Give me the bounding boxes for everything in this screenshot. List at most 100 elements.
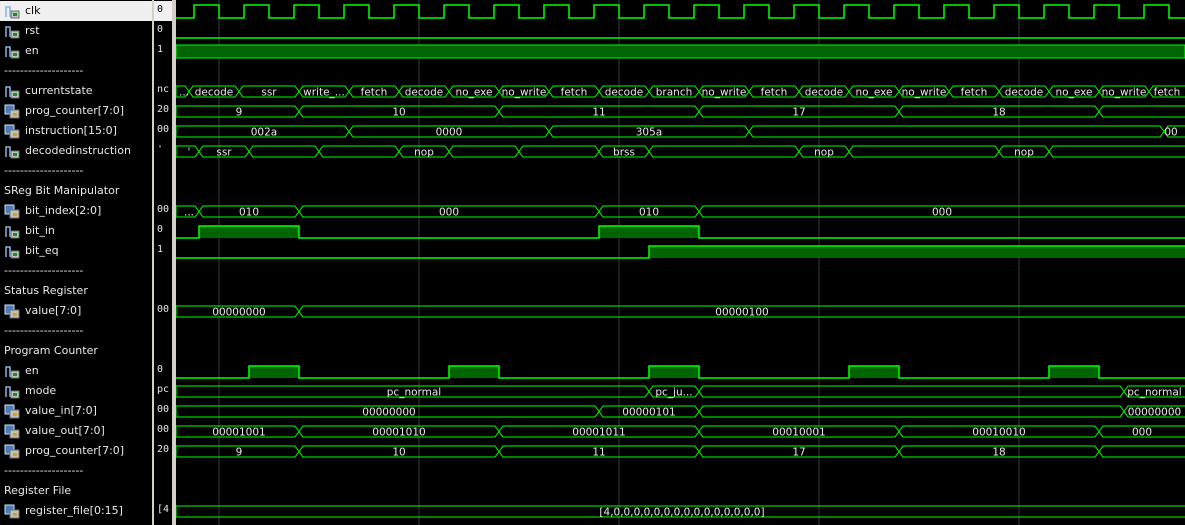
signal-value-cell: 0 — [154, 361, 172, 381]
pc-en-high — [249, 366, 299, 378]
register-file-label: [4,0,0,0,0,0,0,0,0,0,0,0,0,0,0,0] — [599, 507, 764, 519]
bit-signal-icon — [4, 23, 20, 39]
divider-row: -------------------- — [0, 461, 152, 481]
bus-signal-icon — [4, 203, 20, 219]
signal-row[interactable]: mode — [0, 381, 152, 401]
signal-row[interactable]: value_out[7:0] — [0, 421, 152, 441]
signal-value-cell: 00 — [154, 421, 172, 441]
group-header[interactable]: Register File — [0, 481, 152, 501]
signal-name: -------------------- — [4, 324, 84, 337]
signal-name-pane: clk rst en -------------------- currentstate… — [0, 0, 152, 525]
pc-prog-counter-label: 9 — [236, 447, 243, 459]
pc-value-in-label: 00000000 — [1128, 407, 1181, 419]
decodedinstruction-label: ' — [188, 147, 191, 159]
bit-eq-high — [649, 246, 1185, 258]
waveform-pane[interactable]: ... decode ssr write_... fetch decode no_exe no… — [176, 0, 1185, 525]
signal-value-cell: 00 — [154, 301, 172, 321]
pc-value-out-label: 00010001 — [772, 427, 825, 439]
signal-row[interactable]: bit_index[2:0] — [0, 201, 152, 221]
group-header[interactable]: Program Counter — [0, 341, 152, 361]
bus-signal-icon — [4, 503, 20, 519]
bus-signal-icon — [4, 403, 20, 419]
currentstate-label: write_... — [303, 87, 345, 99]
decodedinstruction-label: ssr — [216, 147, 232, 159]
signal-name: prog_counter[7:0] — [25, 444, 125, 457]
pc-value-in-segment — [698, 405, 1125, 418]
decodedinstruction-segment — [848, 145, 1000, 158]
signal-row[interactable]: value_in[7:0] — [0, 401, 152, 421]
currentstate-label: fetch — [361, 87, 388, 99]
currentstate-label: fetch — [761, 87, 788, 99]
signal-value: 00 — [157, 304, 170, 315]
bit-signal-icon — [4, 83, 20, 99]
signal-row[interactable]: en — [0, 361, 152, 381]
signal-value-cell: 00 — [154, 401, 172, 421]
currentstate-label: fetch — [961, 87, 988, 99]
signal-name: decodedinstruction — [25, 144, 131, 157]
waveform-canvas[interactable]: ... decode ssr write_... fetch decode no_exe no… — [176, 0, 1185, 525]
signal-name: -------------------- — [4, 464, 84, 477]
signal-row[interactable]: rst — [0, 21, 152, 41]
bit-signal-icon — [4, 363, 20, 379]
signal-name: en — [25, 44, 39, 57]
pc-prog-counter-label: 17 — [792, 447, 805, 459]
signal-row[interactable]: register_file[0:15] — [0, 501, 152, 521]
pc-value-in-label: 00000000 — [362, 407, 415, 419]
currentstate-label: no_exe — [856, 87, 893, 99]
signal-value: [4 — [157, 504, 170, 515]
signal-value: 20 — [157, 104, 170, 115]
signal-value: 0 — [157, 224, 164, 235]
pc-mode-label: pc_ju... — [655, 387, 692, 399]
bit-signal-icon — [4, 223, 20, 239]
divider-row: -------------------- — [0, 161, 152, 181]
sreg-value-label: 00000000 — [212, 307, 265, 319]
signal-value-cell: 00 — [154, 201, 172, 221]
signal-value: 1 — [157, 244, 164, 255]
signal-name: Program Counter — [4, 344, 98, 357]
bit-index-label: ... — [184, 207, 194, 219]
signal-row[interactable]: prog_counter[7:0] — [0, 101, 152, 121]
pc-value-out-label: 000 — [1132, 427, 1152, 439]
signal-row[interactable]: currentstate — [0, 81, 152, 101]
group-header[interactable]: Status Register — [0, 281, 152, 301]
signal-name: bit_in — [25, 224, 55, 237]
signal-value: 0 — [157, 364, 164, 375]
pc-prog-counter-segment — [1098, 445, 1185, 458]
signal-value-cell: ' — [154, 141, 172, 161]
bus-signal-icon — [4, 443, 20, 459]
pc-en-high — [849, 366, 899, 378]
bit-signal-icon — [4, 3, 20, 19]
divider-row: -------------------- — [0, 61, 152, 81]
currentstate-label: decode — [605, 87, 643, 99]
signal-row[interactable]: bit_in — [0, 221, 152, 241]
signal-row[interactable]: en — [0, 41, 152, 61]
signal-value-cell: pc — [154, 381, 172, 401]
signal-name: bit_eq — [25, 244, 59, 257]
prog-counter-label: 10 — [392, 107, 405, 119]
signal-row[interactable]: instruction[15:0] — [0, 121, 152, 141]
signal-row[interactable]: value[7:0] — [0, 301, 152, 321]
bus-signal-icon — [4, 103, 20, 119]
bit-signal-icon — [4, 43, 20, 59]
signal-row[interactable]: prog_counter[7:0] — [0, 441, 152, 461]
currentstate-label: ... — [179, 87, 189, 99]
signal-name: value_in[7:0] — [25, 404, 97, 417]
pc-prog-counter-label: 11 — [592, 447, 605, 459]
pc-value-out-label: 00001001 — [212, 427, 265, 439]
decodedinstruction-segment — [248, 145, 320, 158]
signal-value: 20 — [157, 444, 170, 455]
group-header[interactable]: SReg Bit Manipulator — [0, 181, 152, 201]
signal-value-pane: 0 0 1 nc 20 00 ' 00 0 1 00 0 pc 00 00 20 [4 — [154, 0, 172, 525]
bit-in-high — [599, 226, 699, 238]
signal-value-cell: 1 — [154, 41, 172, 61]
signal-value: 00 — [157, 404, 170, 415]
signal-row[interactable]: clk — [0, 1, 152, 21]
signal-value: 00 — [157, 424, 170, 435]
pc-value-out-label: 00001011 — [572, 427, 625, 439]
signal-value: 00 — [157, 204, 170, 215]
bit-index-label: 010 — [639, 207, 659, 219]
signal-row[interactable]: bit_eq — [0, 241, 152, 261]
pc-mode-label: pc_normal — [1127, 387, 1181, 399]
divider-row: -------------------- — [0, 321, 152, 341]
signal-row[interactable]: decodedinstruction — [0, 141, 152, 161]
